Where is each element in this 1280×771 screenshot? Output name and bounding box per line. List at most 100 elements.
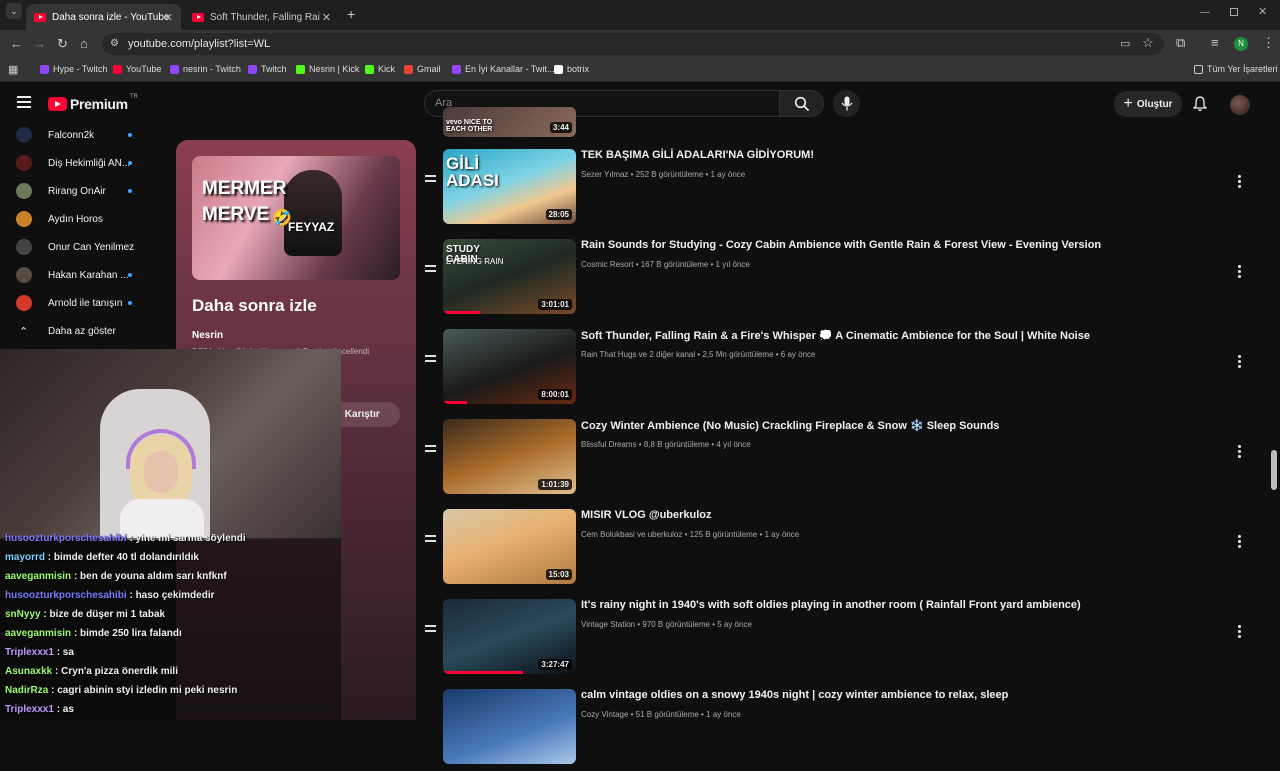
more-actions-icon[interactable]	[1238, 175, 1242, 190]
bookmark-favicon-icon	[170, 64, 179, 74]
bookmark-item[interactable]: nesrin - Twitch	[170, 64, 241, 74]
bookmark-item[interactable]: Nesrin | Kick	[296, 64, 359, 74]
chat-text: : bimde defter 40 tl dolandırıldık	[47, 552, 199, 563]
channel-name: Rirang OnAir	[48, 185, 106, 197]
show-less-button[interactable]: ⌃ Daha az göster	[0, 317, 175, 345]
bookmark-item[interactable]: YouTube	[113, 64, 161, 74]
video-title[interactable]: calm vintage oldies on a snowy 1940s nig…	[581, 689, 1008, 701]
forward-icon[interactable]: →	[33, 36, 46, 52]
tab-watch-later[interactable]: Daha sonra izle - YouTube ✕	[26, 4, 181, 30]
close-tab-icon[interactable]: ✕	[322, 11, 331, 24]
notifications-bell-icon[interactable]	[1193, 96, 1207, 112]
sidebar-subscription-item[interactable]: Diş Hekimliği AN...	[0, 149, 175, 177]
bookmark-item[interactable]: Kick	[365, 64, 395, 74]
video-thumbnail[interactable]: 15:03	[443, 509, 576, 584]
restore-icon[interactable]	[1230, 8, 1238, 16]
bookmark-item[interactable]: botrix	[554, 64, 589, 74]
sidebar-subscription-item[interactable]: Arnold ile tanışın	[0, 289, 175, 317]
new-tab-icon[interactable]: +	[347, 6, 355, 22]
sidebar-subscription-item[interactable]: Rirang OnAir	[0, 177, 175, 205]
chat-username: Triplexxx1	[5, 647, 54, 658]
more-actions-icon[interactable]	[1238, 265, 1242, 280]
drag-handle-icon[interactable]	[425, 535, 436, 545]
video-thumbnail[interactable]: vevo NICE TO EACH OTHER 3:44	[443, 107, 576, 137]
sidebar-subscription-item[interactable]: Hakan Karahan ...	[0, 261, 175, 289]
drag-handle-icon[interactable]	[425, 265, 436, 275]
video-title[interactable]: It's rainy night in 1940's with soft old…	[581, 599, 1081, 611]
scrollbar-thumb[interactable]	[1271, 450, 1277, 490]
hamburger-menu-icon[interactable]	[17, 96, 31, 108]
video-title[interactable]: Rain Sounds for Studying - Cozy Cabin Am…	[581, 239, 1101, 251]
all-bookmarks-link[interactable]: Tüm Yer İşaretleri	[1194, 64, 1278, 74]
playlist-video-row[interactable]: 8:00:01 Soft Thunder, Falling Rain & a Fi…	[420, 321, 1260, 411]
playlist-video-row[interactable]: STUDY CABIN EVENING RAIN 3:01:01 Rain Sound…	[420, 231, 1260, 321]
tab-soft-thunder[interactable]: Soft Thunder, Falling Rain & a Fi ✕	[184, 4, 339, 30]
media-icon[interactable]: ≡	[1211, 35, 1219, 51]
home-icon[interactable]: ⌂	[80, 36, 88, 52]
youtube-logo[interactable]: Premium TR	[48, 94, 138, 112]
more-actions-icon[interactable]	[1238, 535, 1242, 550]
browser-menu-icon[interactable]: ⋮	[1262, 35, 1275, 51]
bookmark-star-icon[interactable]: ☆	[1142, 35, 1154, 51]
video-thumbnail[interactable]: 8:00:01	[443, 329, 576, 404]
channel-avatar	[16, 211, 32, 227]
reload-icon[interactable]: ↻	[57, 36, 68, 52]
more-actions-icon[interactable]	[1238, 445, 1242, 460]
thumbnail-text: GİLİ ADASI	[446, 154, 499, 190]
back-icon[interactable]: ←	[10, 36, 23, 52]
drag-handle-icon[interactable]	[425, 625, 436, 635]
video-title[interactable]: Cozy Winter Ambience (No Music) Cracklin…	[581, 419, 999, 432]
close-tab-icon[interactable]: ✕	[164, 11, 173, 24]
bookmark-item[interactable]: Twitch	[248, 64, 287, 74]
playlist-owner[interactable]: Nesrin	[192, 330, 223, 341]
video-title[interactable]: MISIR VLOG @uberkuloz	[581, 509, 712, 521]
bookmark-item[interactable]: Hype - Twitch	[40, 64, 107, 74]
video-thumbnail[interactable]: GİLİ ADASI 28:05	[443, 149, 576, 224]
logo-text: Premium	[70, 96, 128, 112]
show-less-label: Daha az göster	[48, 325, 116, 337]
chat-message: husoozturkporschesahibi : yine mi sarma …	[5, 533, 246, 544]
sidebar-subscription-item[interactable]: Onur Can Yenilmez	[0, 233, 175, 261]
minimize-icon[interactable]: —	[1200, 7, 1210, 18]
bookmark-favicon-icon	[296, 64, 305, 74]
sidebar-subscription-item[interactable]: Aydın Horos	[0, 205, 175, 233]
close-window-icon[interactable]: ✕	[1258, 5, 1267, 18]
drag-handle-icon[interactable]	[425, 445, 436, 455]
search-icon	[794, 96, 810, 112]
playlist-video-row[interactable]: calm vintage oldies on a snowy 1940s nig…	[420, 681, 1260, 771]
extensions-icon[interactable]: ⧉	[1176, 35, 1185, 51]
install-app-icon[interactable]: ▭	[1120, 36, 1130, 52]
playlist-video-row[interactable]: 15:03 MISIR VLOG @uberkuloz Cem Bolukbasi …	[420, 501, 1260, 591]
chat-message: Asunaxkk : Cryn'a pizza önerdik mili	[5, 666, 178, 677]
drag-handle-icon[interactable]	[425, 175, 436, 185]
tab-label: Soft Thunder, Falling Rain & a Fi	[210, 11, 320, 23]
video-thumbnail[interactable]	[443, 689, 576, 764]
playlist-video-row[interactable]: 1:01:39 Cozy Winter Ambience (No Music) C…	[420, 411, 1260, 501]
video-title[interactable]: TEK BAŞIMA GİLİ ADALARI'NA GİDİYORUM!	[581, 149, 814, 161]
apps-grid-icon[interactable]: ▦	[8, 63, 18, 76]
drag-handle-icon[interactable]	[425, 355, 436, 365]
more-actions-icon[interactable]	[1238, 355, 1242, 370]
sidebar-subscription-item[interactable]: Falconn2k	[0, 121, 175, 149]
video-duration: 15:03	[545, 569, 572, 580]
bookmark-item[interactable]: En İyi Kanallar - Twit...	[452, 64, 554, 74]
bookmark-favicon-icon	[404, 64, 413, 74]
video-thumbnail[interactable]: 3:27:47	[443, 599, 576, 674]
more-actions-icon[interactable]	[1238, 625, 1242, 640]
bookmark-label: botrix	[567, 64, 590, 74]
chat-username: husoozturkporschesahibi	[5, 533, 127, 544]
playlist-video-row[interactable]: GİLİ ADASI 28:05 TEK BAŞIMA GİLİ ADALARI'N…	[420, 141, 1260, 231]
site-info-icon[interactable]: ⚙	[110, 38, 119, 49]
video-thumbnail[interactable]: STUDY CABIN EVENING RAIN 3:01:01	[443, 239, 576, 314]
bookmark-item[interactable]: Gmail	[404, 64, 441, 74]
chat-text: : bimde 250 lira falandı	[73, 628, 182, 639]
bookmark-label: En İyi Kanallar - Twit...	[465, 64, 555, 74]
video-thumbnail[interactable]: 1:01:39	[443, 419, 576, 494]
playlist-thumbnail[interactable]: MERMER MERVE 🤣 FEYYAZ	[192, 156, 400, 280]
profile-avatar[interactable]: N	[1234, 37, 1248, 51]
url-text[interactable]: youtube.com/playlist?list=WL	[128, 38, 270, 50]
playlist-video-row[interactable]: 3:27:47 It's rainy night in 1940's with s…	[420, 591, 1260, 681]
channel-name: Falconn2k	[48, 129, 95, 141]
tab-search-icon[interactable]: ⌄	[6, 3, 22, 19]
video-title[interactable]: Soft Thunder, Falling Rain & a Fire's Wh…	[581, 329, 1090, 342]
